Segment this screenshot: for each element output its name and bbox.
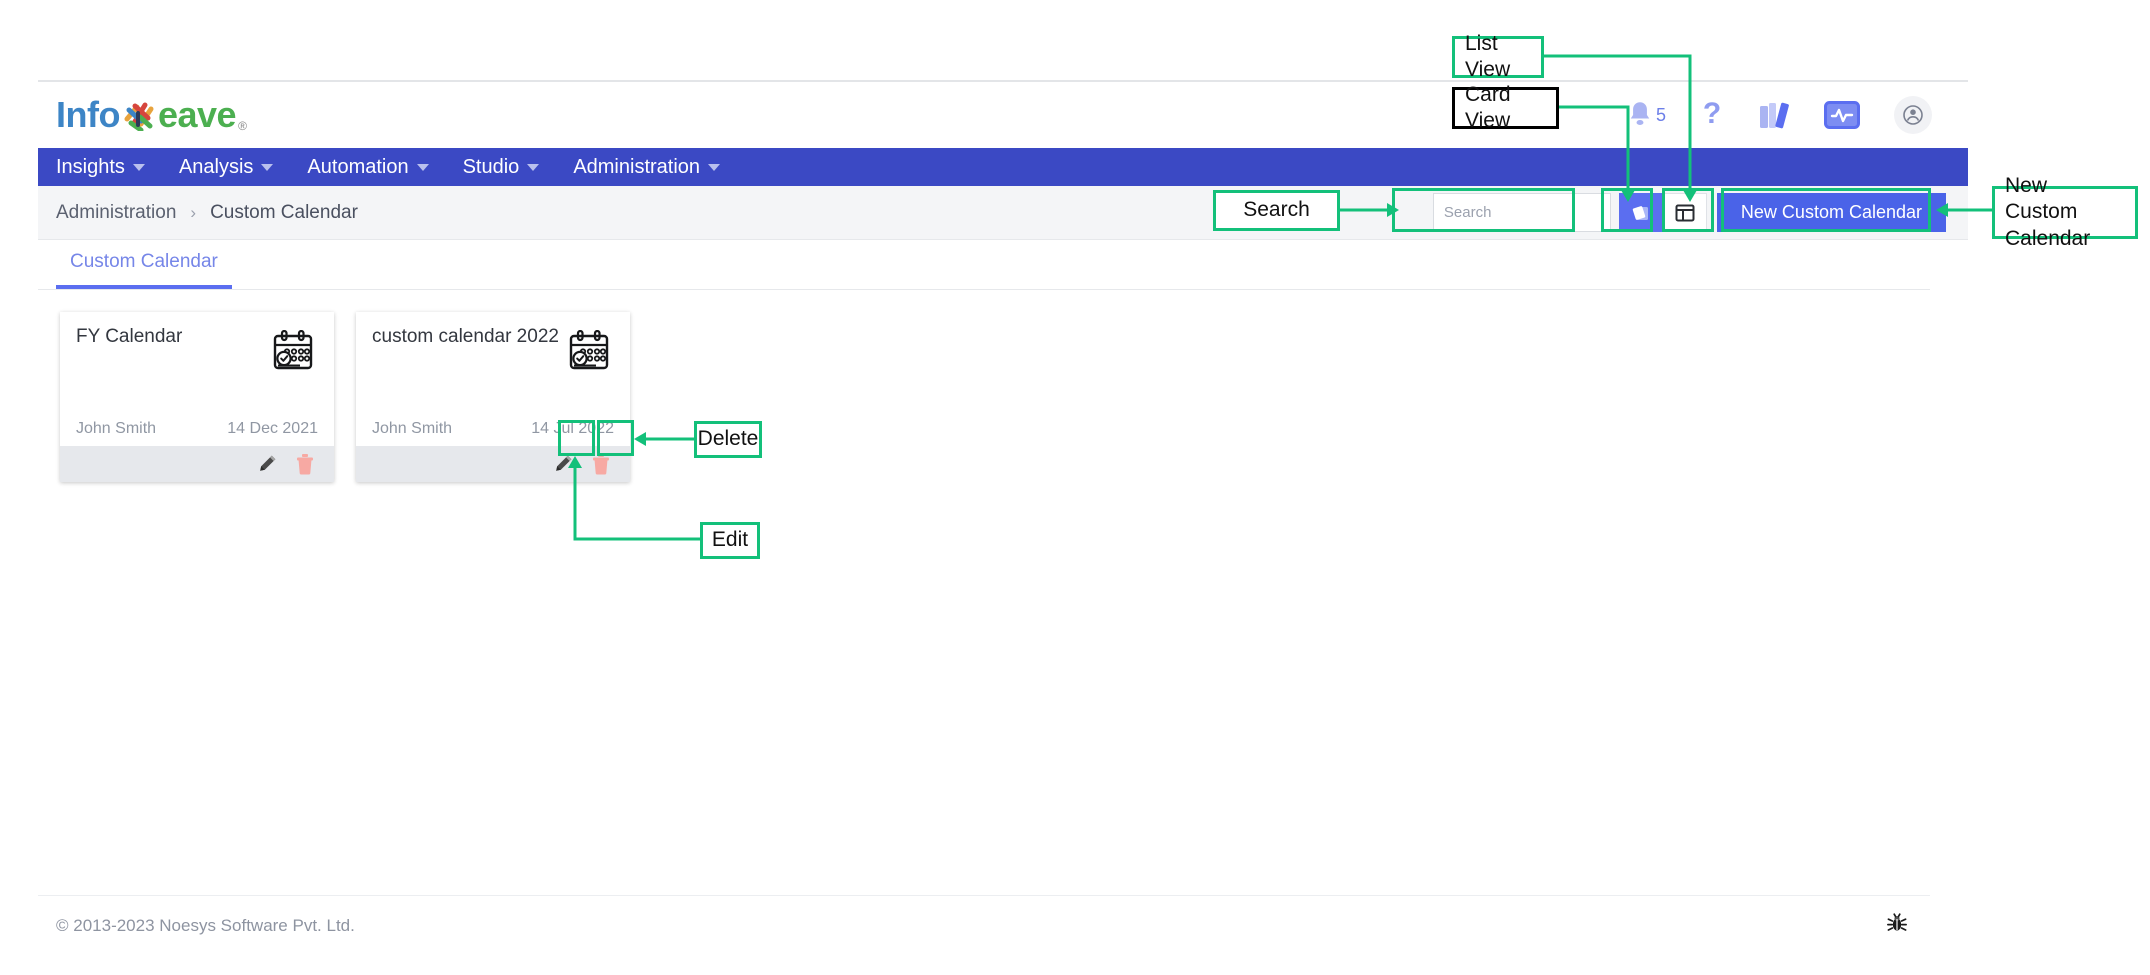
nav-item-automation[interactable]: Automation — [307, 155, 429, 179]
card-date: 14 Dec 2021 — [227, 420, 318, 437]
breadcrumb-administration[interactable]: Administration — [56, 202, 176, 224]
nav-item-administration[interactable]: Administration — [573, 155, 721, 179]
notification-badge-count: 5 — [1655, 104, 1666, 125]
screenshot-root: Info eave ® 5 ? Insights Analysis Automa… — [0, 0, 2150, 975]
annotation-delete: Delete — [694, 421, 762, 458]
edit-icon[interactable] — [254, 451, 280, 477]
delete-icon[interactable] — [292, 451, 318, 477]
app-header: Info eave ® 5 ? — [38, 82, 1968, 148]
card-meta: John Smith 14 Dec 2021 — [60, 420, 334, 446]
new-custom-calendar-button[interactable]: New Custom Calendar — [1716, 193, 1946, 232]
nav-item-analysis[interactable]: Analysis — [178, 155, 274, 179]
help-question-icon[interactable]: ? — [1700, 99, 1724, 131]
nav-label-analysis: Analysis — [178, 155, 254, 178]
card-action-bar — [60, 446, 334, 482]
card-owner: John Smith — [76, 420, 157, 437]
logo-text-eave: eave — [157, 94, 237, 135]
svg-text:?: ? — [1703, 99, 1721, 130]
annotation-edit: Edit — [700, 522, 760, 559]
view-toggle-group — [1618, 193, 1707, 232]
card-body: FY Calendar — [60, 312, 334, 420]
card-body: custom calendar 2022 — [356, 312, 630, 420]
infoveave-logo[interactable]: Info eave ® — [56, 94, 247, 135]
monitor-activity-icon[interactable] — [1824, 101, 1860, 129]
nav-label-administration: Administration — [573, 155, 701, 178]
annotation-list-view: List View — [1452, 32, 1544, 81]
app-footer: © 2013-2023 Noesys Software Pvt. Ltd. — [38, 895, 1930, 955]
copyright-text: © 2013-2023 Noesys Software Pvt. Ltd. — [56, 915, 355, 935]
annotation-search: Search — [1213, 190, 1340, 231]
logo-text-info: Info — [56, 94, 120, 135]
main-navigation: Insights Analysis Automation Studio Admi… — [38, 148, 1968, 186]
calendar-card[interactable]: FY Calendar John Smith 14 Dec 2021 — [60, 312, 334, 482]
search-box[interactable] — [1432, 193, 1664, 232]
delete-icon[interactable] — [588, 451, 614, 477]
breadcrumb-custom-calendar: Custom Calendar — [210, 201, 358, 223]
chevron-down-icon — [708, 163, 721, 171]
nav-label-studio: Studio — [462, 155, 520, 178]
calendar-card[interactable]: custom calendar 2022 John Smith 14 Jul 2… — [356, 312, 630, 482]
nav-item-insights[interactable]: Insights — [56, 156, 145, 179]
bug-icon[interactable] — [1886, 912, 1908, 939]
annotation-card-view: Card View — [1452, 83, 1559, 132]
chevron-down-icon — [132, 163, 145, 171]
tab-custom-calendar[interactable]: Custom Calendar — [56, 251, 232, 289]
logo-weave-mark — [121, 97, 157, 133]
library-books-icon[interactable] — [1758, 100, 1790, 130]
breadcrumb: Administration › Custom Calendar — [56, 202, 358, 224]
chevron-down-icon — [261, 163, 274, 171]
annotation-new-custom-calendar: New Custom Calendar — [1992, 174, 2138, 250]
user-account-icon[interactable] — [1894, 96, 1932, 134]
nav-label-automation: Automation — [307, 155, 409, 178]
header-icon-group: 5 ? — [1626, 96, 1968, 134]
breadcrumb-separator-icon: › — [190, 202, 197, 222]
nav-item-studio[interactable]: Studio — [463, 156, 540, 179]
calendar-icon — [566, 329, 612, 379]
search-input[interactable] — [1443, 204, 1643, 221]
edit-icon[interactable] — [550, 451, 576, 477]
nav-label-insights: Insights — [56, 155, 125, 178]
page-toolbar: Administration › Custom Calendar Search … — [38, 186, 1968, 240]
chevron-down-icon — [416, 163, 429, 171]
notifications-bell-icon[interactable]: 5 — [1626, 100, 1666, 130]
toolbar-actions: New Custom Calendar — [1432, 193, 1946, 232]
application-window: Info eave ® 5 ? Insights Analysis Automa… — [38, 80, 1968, 955]
chevron-down-icon — [527, 163, 540, 171]
card-view-button[interactable] — [1618, 193, 1663, 232]
calendar-icon — [270, 329, 316, 379]
card-owner: John Smith — [372, 420, 453, 437]
card-date: 14 Jul 2022 — [531, 420, 614, 437]
calendar-card-grid: FY Calendar John Smith 14 Dec 2021 custo… — [38, 290, 1968, 482]
logo-registered-mark: ® — [238, 119, 247, 133]
card-meta: John Smith 14 Jul 2022 — [356, 420, 630, 446]
card-action-bar — [356, 446, 630, 482]
tab-bar: Custom Calendar — [38, 240, 1930, 290]
list-view-button[interactable] — [1662, 193, 1707, 232]
